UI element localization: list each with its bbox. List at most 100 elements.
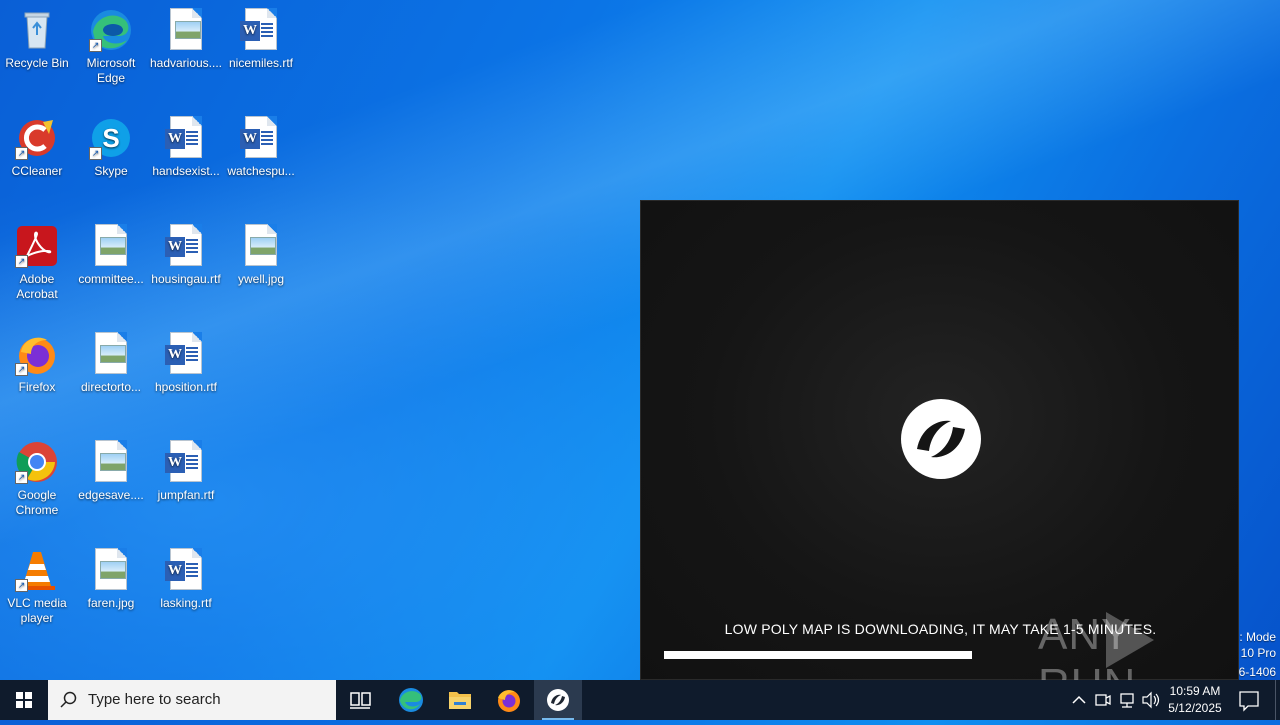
image-file-icon xyxy=(239,224,283,268)
clock-time: 10:59 AM xyxy=(1169,684,1221,698)
edge-icon: ↗ xyxy=(89,8,133,52)
word-document-icon: W xyxy=(164,332,208,376)
desktop-icon-image-file[interactable]: hadvarious.... xyxy=(149,8,223,71)
desktop-icon-google-chrome[interactable]: ↗ Google Chrome xyxy=(0,440,74,518)
image-file-icon xyxy=(164,8,208,52)
windows-edition-text: 10 Pro xyxy=(1240,646,1276,660)
taskbar-game-button[interactable] xyxy=(534,680,582,720)
search-placeholder: Type here to search xyxy=(88,691,221,708)
shortcut-arrow-icon: ↗ xyxy=(15,471,28,484)
desktop-icon-label: directorto... xyxy=(80,380,142,394)
image-file-icon xyxy=(89,332,133,376)
skype-icon: S ↗ xyxy=(89,116,133,160)
chevron-up-icon xyxy=(1072,695,1086,704)
image-file-icon xyxy=(89,548,133,592)
desktop-icon-label: housingau.rtf xyxy=(151,272,221,286)
desktop-icon-word-file[interactable]: W jumpfan.rtf xyxy=(149,440,223,503)
search-icon xyxy=(60,691,77,708)
word-document-icon: W xyxy=(239,116,283,160)
taskbar-firefox-button[interactable] xyxy=(485,680,533,720)
watermark-play-icon xyxy=(1106,612,1154,668)
desktop-icon-label: VLC media player xyxy=(7,596,67,625)
folder-icon xyxy=(449,692,471,709)
download-progress-fill xyxy=(664,651,972,659)
adobe-acrobat-icon: ↗ xyxy=(15,224,59,268)
desktop-icon-label: nicemiles.rtf xyxy=(228,56,293,70)
desktop-icon-vlc[interactable]: ↗ VLC media player xyxy=(0,548,74,626)
image-file-icon xyxy=(89,224,133,268)
show-hidden-icons-button[interactable] xyxy=(1068,680,1090,720)
desktop-icon-image-file[interactable]: directorto... xyxy=(74,332,148,395)
firefox-icon xyxy=(498,690,520,712)
windows-build-text: 6-1406 xyxy=(1238,665,1276,679)
word-document-icon: W xyxy=(164,224,208,268)
action-center-button[interactable] xyxy=(1234,680,1264,720)
desktop-icon-microsoft-edge[interactable]: ↗ Microsoft Edge xyxy=(74,8,148,86)
desktop-icon-image-file[interactable]: ywell.jpg xyxy=(224,224,298,287)
taskbar-file-explorer-button[interactable] xyxy=(436,680,484,720)
game-logo-icon xyxy=(899,397,983,481)
network-icon xyxy=(1120,693,1134,708)
desktop-icon-label: CCleaner xyxy=(11,164,63,178)
desktop-icon-label: Recycle Bin xyxy=(5,56,69,70)
desktop-icon-label: faren.jpg xyxy=(87,596,135,610)
notification-icon xyxy=(1239,691,1259,712)
desktop-icon-label: lasking.rtf xyxy=(160,596,212,610)
speaker-icon xyxy=(1142,691,1160,709)
desktop-icon-label: ywell.jpg xyxy=(237,272,285,286)
taskbar-search-box[interactable]: Type here to search xyxy=(48,680,336,720)
shortcut-arrow-icon: ↗ xyxy=(15,255,28,268)
desktop-icon-label: Adobe Acrobat xyxy=(16,272,58,301)
tray-meet-button[interactable] xyxy=(1092,680,1114,720)
desktop-icon-recycle-bin[interactable]: Recycle Bin xyxy=(0,8,74,71)
tray-network-button[interactable] xyxy=(1116,680,1138,720)
desktop-icon-label: watchespu... xyxy=(227,164,295,178)
desktop-icon-label: handsexist... xyxy=(152,164,220,178)
word-document-icon: W xyxy=(164,548,208,592)
ccleaner-icon: ↗ xyxy=(15,116,59,160)
desktop-icon-adobe-acrobat[interactable]: ↗ Adobe Acrobat xyxy=(0,224,74,302)
start-button[interactable] xyxy=(0,680,48,720)
taskbar: Type here to search 10:59 AM 5/12/2025 xyxy=(0,680,1280,720)
desktop-icon-word-file[interactable]: W housingau.rtf xyxy=(149,224,223,287)
show-desktop-button[interactable] xyxy=(1275,680,1280,720)
taskbar-clock[interactable]: 10:59 AM 5/12/2025 xyxy=(1160,683,1230,717)
vlc-cone-icon: ↗ xyxy=(15,548,59,592)
game-logo-icon xyxy=(547,689,569,711)
tray-volume-button[interactable] xyxy=(1140,680,1162,720)
desktop-icon-skype[interactable]: S ↗ Skype xyxy=(74,116,148,179)
shortcut-arrow-icon: ↗ xyxy=(15,579,28,592)
recycle-bin-icon xyxy=(15,8,59,52)
windows-logo-icon xyxy=(16,692,32,708)
desktop-icon-label: Microsoft Edge xyxy=(86,56,136,85)
game-loading-window[interactable]: LOW POLY MAP IS DOWNLOADING, IT MAY TAKE… xyxy=(640,200,1239,680)
desktop-icon-word-file[interactable]: W nicemiles.rtf xyxy=(224,8,298,71)
desktop-icon-image-file[interactable]: faren.jpg xyxy=(74,548,148,611)
desktop-icon-image-file[interactable]: edgesave.... xyxy=(74,440,148,503)
desktop-icon-firefox[interactable]: ↗ Firefox xyxy=(0,332,74,395)
word-document-icon: W xyxy=(164,116,208,160)
desktop-icon-word-file[interactable]: W watchespu... xyxy=(224,116,298,179)
desktop-icon-word-file[interactable]: W lasking.rtf xyxy=(149,548,223,611)
shortcut-arrow-icon: ↗ xyxy=(89,39,102,52)
shortcut-arrow-icon: ↗ xyxy=(89,147,102,160)
desktop-icon-word-file[interactable]: W hposition.rtf xyxy=(149,332,223,395)
image-file-icon xyxy=(89,440,133,484)
task-view-button[interactable] xyxy=(336,680,384,720)
desktop-icon-word-file[interactable]: W handsexist... xyxy=(149,116,223,179)
word-document-icon: W xyxy=(164,440,208,484)
desktop-icon-image-file[interactable]: committee... xyxy=(74,224,148,287)
meet-now-icon xyxy=(1095,694,1111,706)
desktop-icon-label: jumpfan.rtf xyxy=(157,488,215,502)
taskbar-edge-button[interactable] xyxy=(387,680,435,720)
edge-icon xyxy=(399,688,423,712)
svg-text:S: S xyxy=(102,123,119,153)
task-view-icon xyxy=(350,692,371,709)
desktop-icon-label: edgesave.... xyxy=(78,488,144,502)
desktop-icon-label: Firefox xyxy=(18,380,56,394)
desktop-icon-ccleaner[interactable]: ↗ CCleaner xyxy=(0,116,74,179)
desktop-icon-label: hposition.rtf xyxy=(154,380,218,394)
firefox-icon: ↗ xyxy=(15,332,59,376)
shortcut-arrow-icon: ↗ xyxy=(15,147,28,160)
windows-mode-text: : Mode xyxy=(1239,630,1276,644)
